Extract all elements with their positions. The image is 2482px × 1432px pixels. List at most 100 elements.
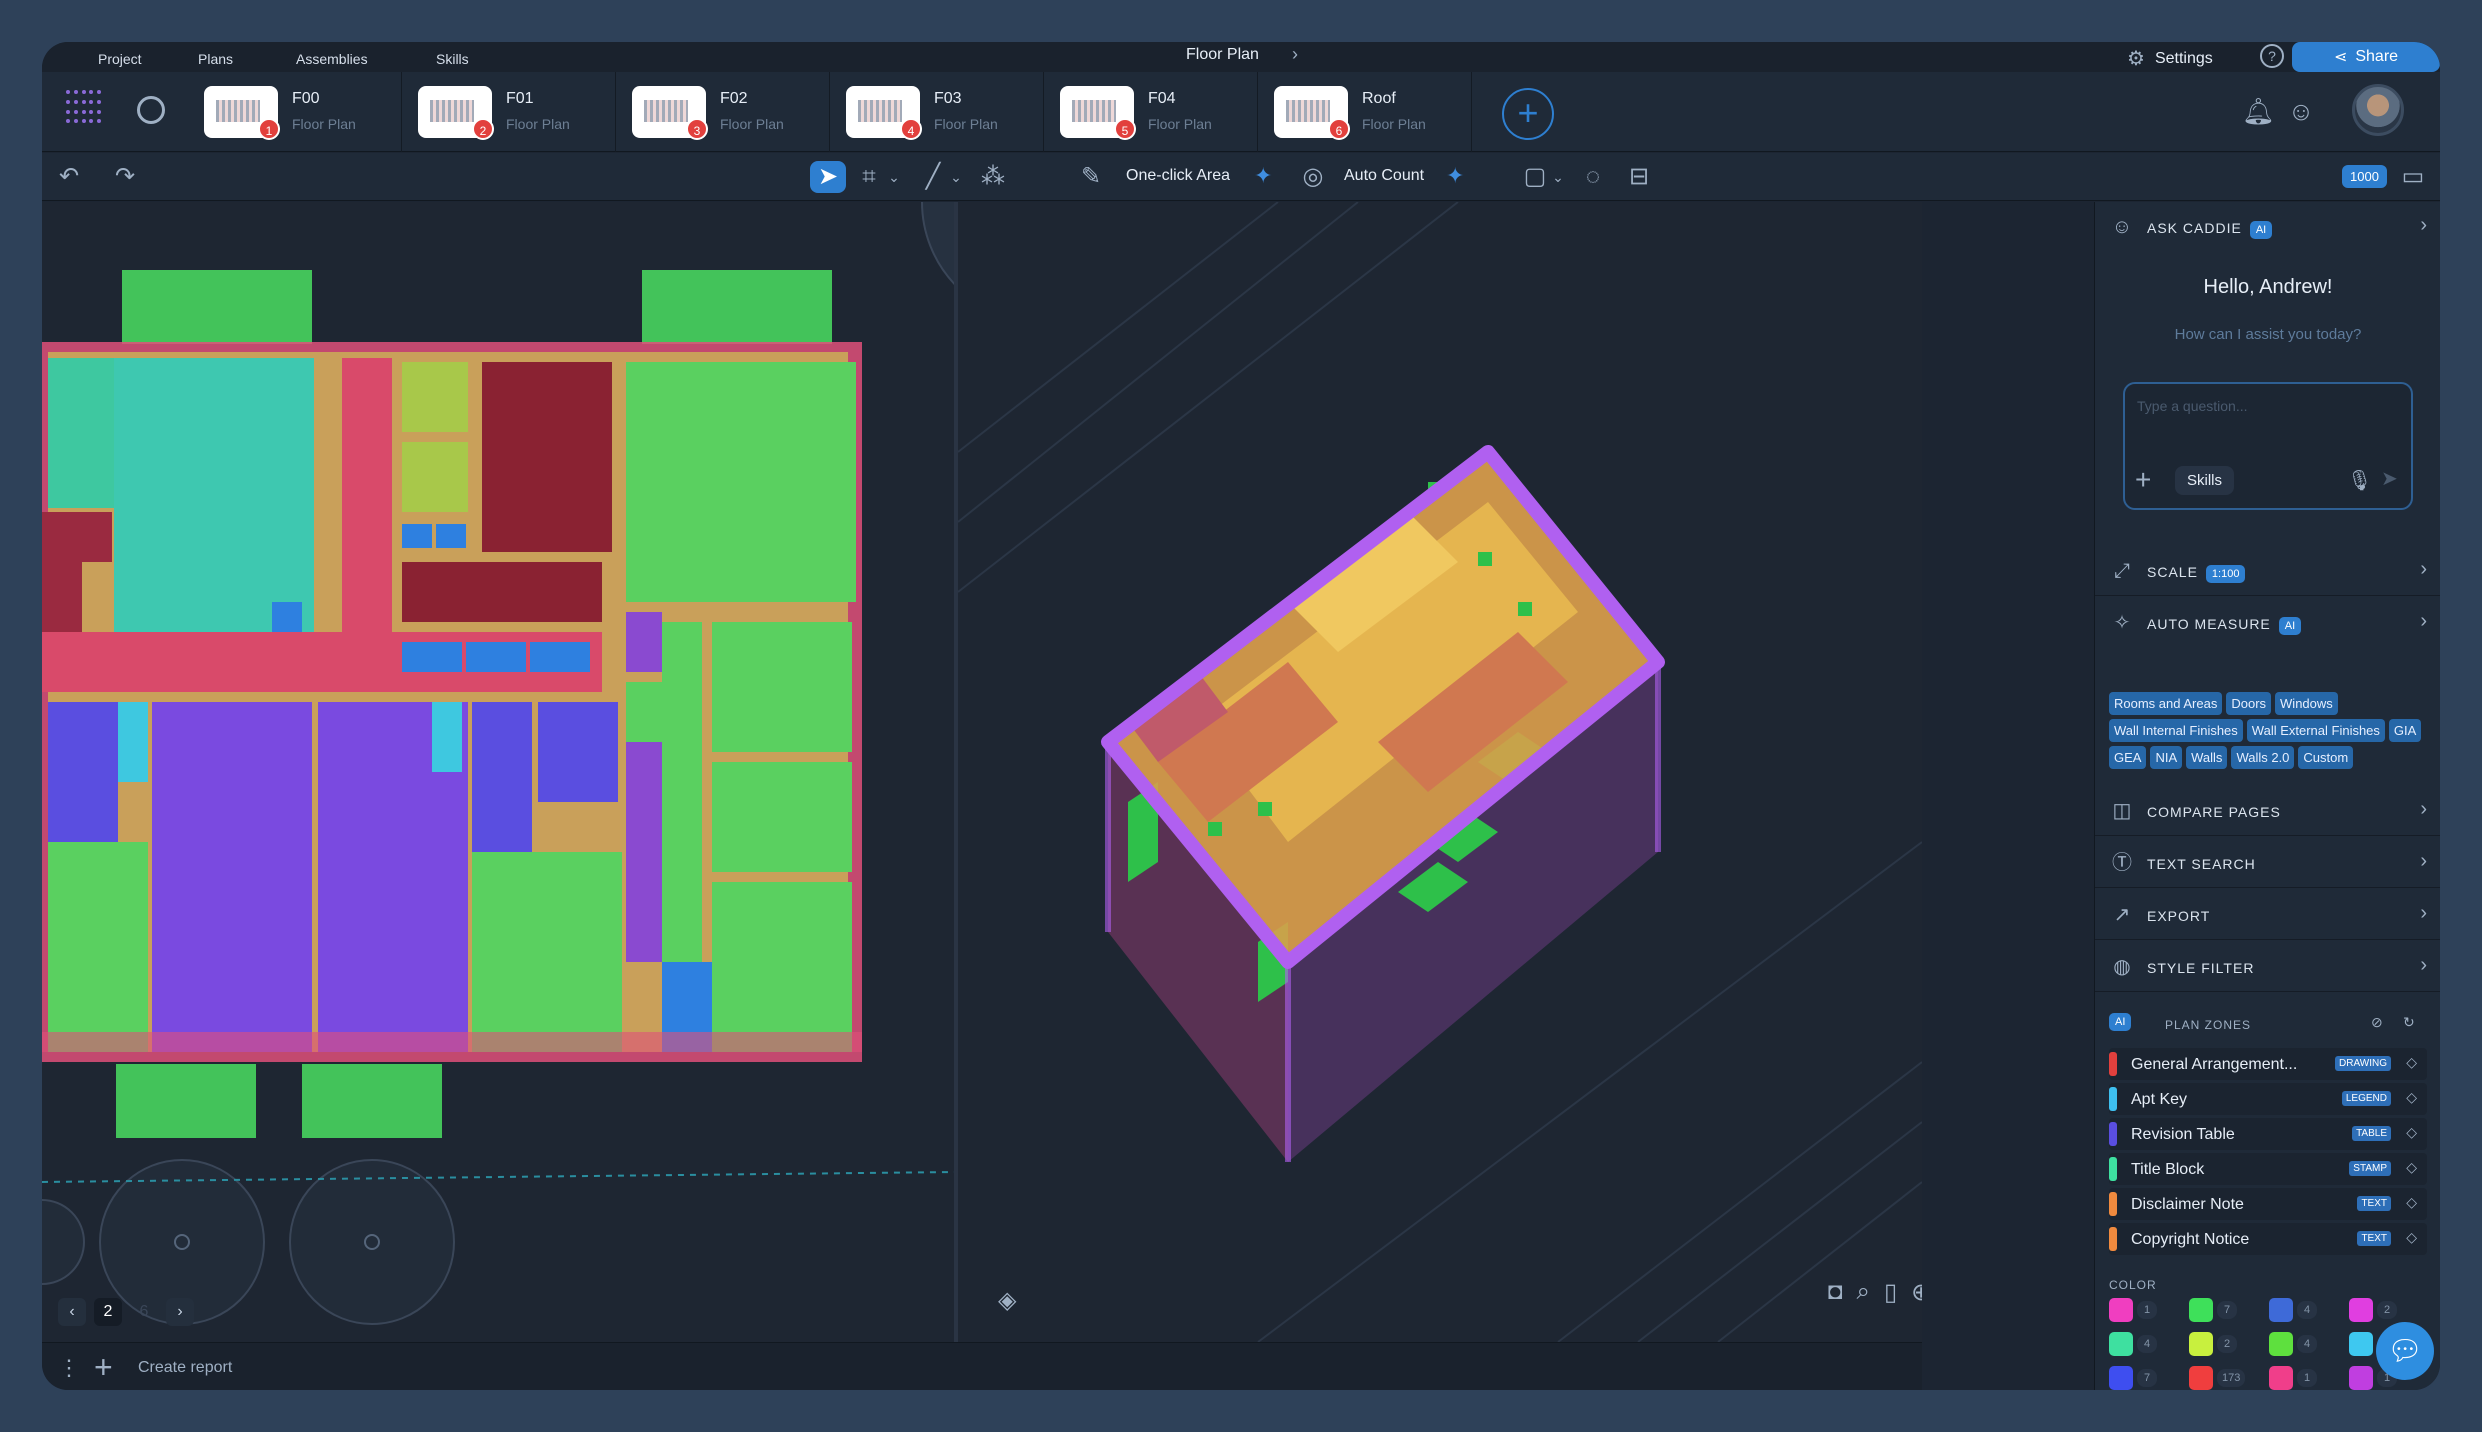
- chip-custom[interactable]: Custom: [2298, 746, 2354, 769]
- color-swatch-item[interactable]: 7: [2109, 1366, 2189, 1390]
- zone-item[interactable]: Revision Table TABLE ◇: [2109, 1118, 2427, 1150]
- scale-row[interactable]: ⤢ SCALE 1:100 ›: [2095, 546, 2440, 596]
- app-grid-icon[interactable]: [66, 90, 102, 126]
- settings-button[interactable]: ⚙ Settings: [2127, 46, 2213, 71]
- color-swatch-item[interactable]: 4: [2269, 1298, 2349, 1322]
- color-swatch[interactable]: [2109, 1366, 2133, 1390]
- zone-item[interactable]: Title Block STAMP ◇: [2109, 1153, 2427, 1185]
- redo-icon[interactable]: ↷: [108, 161, 142, 193]
- plus-icon[interactable]: +: [2135, 464, 2151, 496]
- paint-area-icon[interactable]: ✎: [1076, 161, 1106, 193]
- ask-input-placeholder[interactable]: Type a question...: [2137, 398, 2248, 414]
- chip-wall-internal-finishes[interactable]: Wall Internal Finishes: [2109, 719, 2243, 742]
- search-icon[interactable]: [137, 96, 165, 124]
- zoom-in-icon[interactable]: ⊕: [1911, 1278, 1922, 1307]
- more-options-icon[interactable]: ⋮: [58, 1355, 80, 1381]
- crop-tool-icon[interactable]: ⌗: [854, 161, 884, 193]
- color-swatch[interactable]: [2269, 1332, 2293, 1356]
- color-swatch[interactable]: [2189, 1298, 2213, 1322]
- diamond-icon[interactable]: ◇: [2406, 1229, 2417, 1246]
- color-swatch-item[interactable]: 2: [2349, 1298, 2429, 1322]
- color-swatch[interactable]: [2109, 1298, 2133, 1322]
- help-icon[interactable]: ?: [2260, 44, 2284, 68]
- skills-button[interactable]: Skills: [2175, 466, 2235, 495]
- color-swatch[interactable]: [2349, 1298, 2373, 1322]
- zone-item[interactable]: Copyright Notice TEXT ◇: [2109, 1223, 2427, 1255]
- color-swatch-item[interactable]: 1: [2109, 1298, 2189, 1322]
- plus-icon[interactable]: +: [94, 1349, 113, 1386]
- pager-next-button[interactable]: ›: [166, 1298, 194, 1326]
- add-page-button[interactable]: +: [1502, 88, 1554, 140]
- floor-plan-2d-view[interactable]: ‹ 2 6 ›: [42, 202, 1163, 1342]
- color-swatch[interactable]: [2109, 1332, 2133, 1356]
- color-swatch[interactable]: [2269, 1298, 2293, 1322]
- chevron-right-icon[interactable]: ›: [2420, 850, 2427, 873]
- model-3d-view[interactable]: ◈ ◘ ⌕ ▯ ⊕ ↔ ⊖ ◧: [957, 202, 1922, 1342]
- chip-nia[interactable]: NIA: [2150, 746, 2183, 769]
- create-report-button[interactable]: Create report: [138, 1359, 232, 1377]
- tab-assemblies[interactable]: Assemblies: [296, 42, 368, 72]
- chevron-right-icon[interactable]: ›: [2420, 902, 2427, 925]
- chip-gea[interactable]: GEA: [2109, 746, 2147, 769]
- refresh-icon[interactable]: ↻: [2403, 1014, 2415, 1031]
- color-swatch-item[interactable]: 4: [2109, 1332, 2189, 1356]
- tab-project[interactable]: Project: [98, 42, 142, 72]
- chevron-right-icon[interactable]: ›: [2420, 610, 2427, 633]
- color-swatch[interactable]: [2349, 1366, 2373, 1390]
- color-swatch[interactable]: [2349, 1332, 2373, 1356]
- chip-walls-2[interactable]: Walls 2.0: [2231, 746, 2295, 769]
- color-swatch[interactable]: [2189, 1366, 2213, 1390]
- chevron-right-icon[interactable]: ›: [2420, 214, 2427, 237]
- chip-doors[interactable]: Doors: [2226, 692, 2272, 715]
- zone-item[interactable]: Disclaimer Note TEXT ◇: [2109, 1188, 2427, 1220]
- chevron-down-icon[interactable]: ⌄: [948, 161, 964, 193]
- chat-button[interactable]: 💬︎: [2376, 1322, 2434, 1380]
- chevron-right-icon[interactable]: ›: [2420, 954, 2427, 977]
- chip-rooms-and-areas[interactable]: Rooms and Areas: [2109, 692, 2223, 715]
- page-card-f02[interactable]: 3 F02 Floor Plan: [620, 72, 830, 152]
- eye-off-icon[interactable]: ⊘: [2371, 1014, 2383, 1031]
- diamond-icon[interactable]: ◇: [2406, 1124, 2417, 1141]
- pager-prev-button[interactable]: ‹: [58, 1298, 86, 1326]
- export-row[interactable]: ↗ EXPORT ›: [2095, 890, 2440, 940]
- pager-current[interactable]: 2: [94, 1298, 122, 1326]
- share-button[interactable]: ⋖ Share: [2292, 42, 2440, 72]
- diamond-icon[interactable]: ◇: [2406, 1194, 2417, 1211]
- chip-windows[interactable]: Windows: [2275, 692, 2338, 715]
- chip-gia[interactable]: GIA: [2388, 719, 2422, 742]
- zoom-search-icon[interactable]: ⌕: [1857, 1278, 1870, 1307]
- color-swatch-item[interactable]: 7: [2189, 1298, 2269, 1322]
- page-card-f00[interactable]: 1 F00 Floor Plan: [192, 72, 402, 152]
- undo-icon[interactable]: ↶: [52, 161, 86, 193]
- chevron-down-icon[interactable]: ⌄: [1550, 161, 1566, 193]
- chip-wall-external-finishes[interactable]: Wall External Finishes: [2246, 719, 2385, 742]
- color-swatch-item[interactable]: 4: [2269, 1332, 2349, 1356]
- zone-item[interactable]: Apt Key LEGEND ◇: [2109, 1083, 2427, 1115]
- auto-count-button[interactable]: Auto Count: [1344, 167, 1424, 185]
- color-swatch[interactable]: [2269, 1366, 2293, 1390]
- compare-pages-row[interactable]: ◫ COMPARE PAGES ›: [2095, 786, 2440, 836]
- diamond-icon[interactable]: ◇: [2406, 1054, 2417, 1071]
- microphone-icon[interactable]: 🎙︎: [2347, 468, 2372, 493]
- camera-icon[interactable]: ◘: [1828, 1278, 1843, 1307]
- send-icon[interactable]: ➤: [2381, 466, 2398, 491]
- chevron-right-icon[interactable]: ›: [1292, 44, 1298, 65]
- color-swatch-item[interactable]: 173: [2189, 1366, 2269, 1390]
- ask-caddie-row[interactable]: ☺︎ ASK CADDIE AI ›: [2095, 202, 2440, 252]
- select-tool-icon[interactable]: ➤: [810, 161, 846, 193]
- color-swatch-item[interactable]: 1: [2269, 1366, 2349, 1390]
- comment-tool-icon[interactable]: ◌: [1578, 161, 1608, 193]
- avatar[interactable]: [2352, 84, 2404, 136]
- monitor-icon[interactable]: ▭: [2398, 161, 2428, 193]
- ask-input-box[interactable]: Type a question... + Skills 🎙︎ ➤: [2123, 382, 2413, 510]
- zone-item[interactable]: General Arrangement... DRAWING ◇: [2109, 1048, 2427, 1080]
- layers-icon[interactable]: ◈: [998, 1286, 1016, 1315]
- chevron-right-icon[interactable]: ›: [2420, 798, 2427, 821]
- target-icon[interactable]: ◎: [1298, 161, 1328, 193]
- book-icon[interactable]: ▯: [1884, 1278, 1897, 1307]
- annotation-tool-icon[interactable]: ⊟: [1624, 161, 1654, 193]
- page-card-f03[interactable]: 4 F03 Floor Plan: [834, 72, 1044, 152]
- bell-icon[interactable]: 🔔︎: [2242, 96, 2275, 126]
- one-click-area-button[interactable]: One-click Area: [1126, 167, 1230, 185]
- scale-value-badge[interactable]: 1000: [2342, 165, 2387, 188]
